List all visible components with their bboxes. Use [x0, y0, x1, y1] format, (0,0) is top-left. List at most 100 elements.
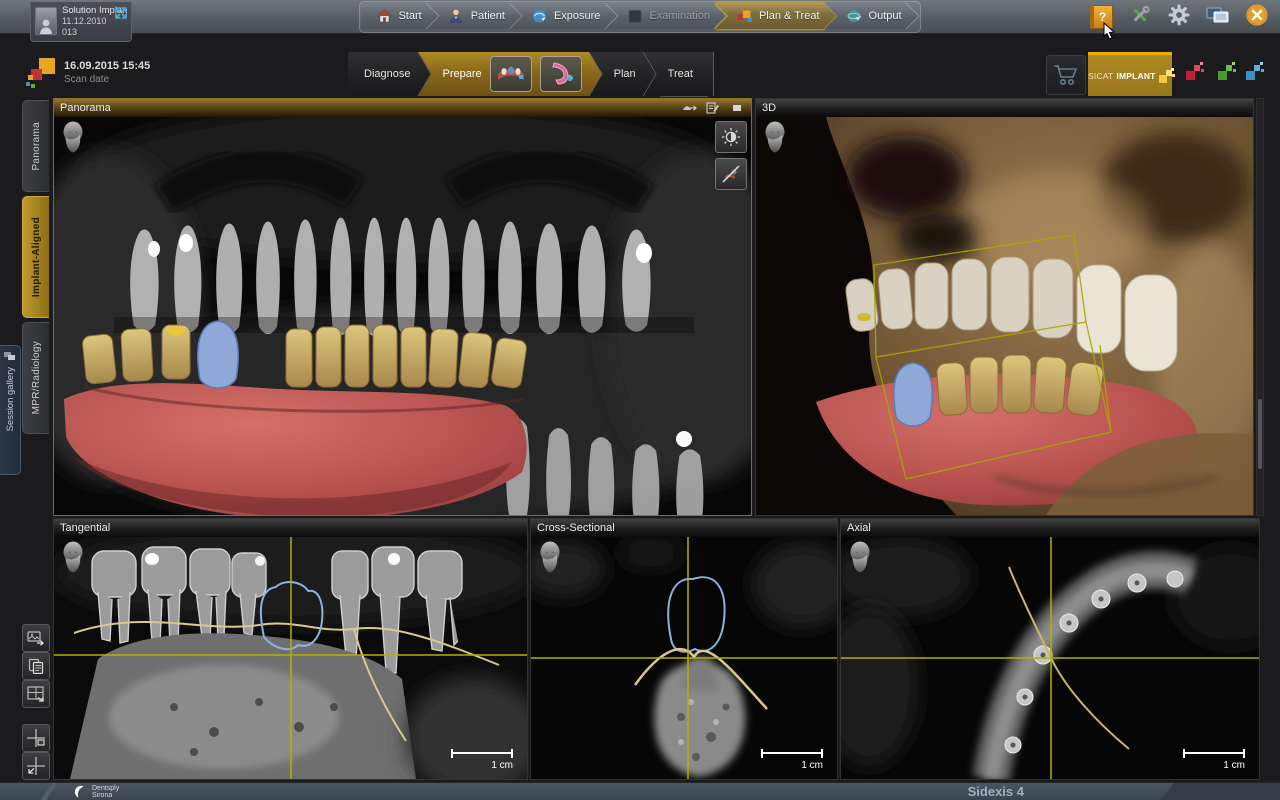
- app-button-prefix: SICAT: [1088, 71, 1113, 81]
- session-gallery-tab[interactable]: Session gallery: [0, 345, 21, 475]
- step-prepare[interactable]: Prepare: [418, 52, 601, 96]
- sidexis-app-window: Start Patient Exposure Examination Plan …: [0, 0, 1280, 800]
- gear-icon: [1168, 4, 1190, 31]
- phase-label: Output: [869, 10, 902, 22]
- step-label: Plan: [614, 68, 636, 80]
- statusbar-divider: [40, 783, 58, 800]
- patient-card-expand-icon[interactable]: [115, 6, 127, 24]
- scan-datetime: 16.09.2015 15:45: [64, 59, 150, 73]
- workspace-tab-panorama[interactable]: Panorama: [22, 100, 49, 192]
- panorama-header[interactable]: Panorama: [54, 99, 751, 117]
- system-icons: ?: [1088, 4, 1270, 30]
- tools-icon: [1129, 4, 1151, 31]
- implant-squares-icon: [1159, 68, 1172, 84]
- axial-title: Axial: [847, 522, 1253, 534]
- cross-sectional-viewport[interactable]: 1 cm: [531, 537, 837, 779]
- axial-viewport[interactable]: 1 cm: [841, 537, 1259, 779]
- sicat-implant-button[interactable]: SICATIMPLANT: [1088, 52, 1172, 96]
- phase-label: Examination: [649, 10, 710, 22]
- tangential-panel: Tangential: [53, 518, 528, 780]
- help-book-icon: ?: [1090, 5, 1113, 29]
- close-button[interactable]: [1244, 4, 1270, 30]
- hide-objects-button[interactable]: [715, 158, 747, 190]
- step-label: Treat: [668, 68, 693, 80]
- orientation-head-icon: [60, 121, 86, 155]
- phase-label: Plan & Treat: [759, 10, 820, 22]
- orientation-head-icon: [762, 121, 788, 155]
- shop-cart-button[interactable]: [1046, 55, 1086, 95]
- exposure-icon: [531, 8, 548, 25]
- step-label: Diagnose: [364, 68, 410, 80]
- show-objects-icon[interactable]: [681, 101, 697, 115]
- dentsply-sirona-logo: Dentsply Sirona: [74, 785, 119, 799]
- cross-sectional-header[interactable]: Cross-Sectional: [531, 519, 837, 537]
- sicat-logo: [30, 58, 56, 88]
- patient-icon: [448, 8, 465, 25]
- phase-patient[interactable]: Patient: [427, 3, 522, 29]
- implant-app-green-icon[interactable]: [1218, 62, 1238, 82]
- patient-record-id: 013: [62, 27, 127, 38]
- scale-label: 1 cm: [451, 760, 513, 771]
- panorama-image: [54, 117, 751, 515]
- output-icon: [846, 8, 863, 25]
- orientation-head-icon: [847, 541, 873, 575]
- app-button-name: IMPLANT: [1116, 71, 1155, 81]
- tools-button[interactable]: [1127, 4, 1153, 30]
- tangential-header[interactable]: Tangential: [54, 519, 527, 537]
- volume-3d-header[interactable]: 3D: [756, 99, 1253, 117]
- monitors-icon: [1206, 5, 1230, 30]
- brand-dentsply: Dentsply: [92, 785, 119, 792]
- implant-app-red-icon[interactable]: [1186, 62, 1206, 82]
- orientation-head-icon: [537, 541, 563, 575]
- statusbar-corner: [1160, 783, 1280, 800]
- phase-label: Patient: [471, 10, 505, 22]
- layout-grid-button[interactable]: [22, 680, 50, 708]
- examination-icon: [626, 8, 643, 25]
- home-icon: [375, 8, 392, 25]
- implant-app-blue-icon[interactable]: [1246, 62, 1266, 82]
- maximize-view-icon[interactable]: [729, 101, 745, 115]
- scan-info: 16.09.2015 15:45 Scan date: [64, 59, 150, 87]
- panorama-panel: Panorama: [53, 98, 752, 516]
- step-treat[interactable]: Treat: [644, 52, 713, 96]
- workspace-tab-mpr-radiology[interactable]: MPR/Radiology: [22, 322, 49, 434]
- phase-exposure[interactable]: Exposure: [510, 3, 617, 29]
- brightness-contrast-button[interactable]: [715, 121, 747, 153]
- volume-3d-viewport[interactable]: [756, 117, 1253, 515]
- patient-card[interactable]: Solution Implant 11.12.2010 013: [30, 2, 132, 42]
- workspace-tab-label: Implant-Aligned: [31, 217, 42, 297]
- workflow-steps: Diagnose Prepare Plan Treat: [348, 52, 713, 96]
- settings-button[interactable]: [1166, 4, 1192, 30]
- copy-view-icon[interactable]: [705, 101, 721, 115]
- jump-to-crosshair-button[interactable]: [22, 752, 50, 780]
- axial-panel: Axial: [840, 518, 1260, 780]
- reset-crosshair-button[interactable]: [22, 724, 50, 752]
- phase-examination[interactable]: Examination: [605, 3, 727, 29]
- phase-label: Start: [398, 10, 421, 22]
- window-layout-button[interactable]: [1205, 4, 1231, 30]
- phase-output[interactable]: Output: [825, 3, 919, 29]
- copy-to-clipboard-button[interactable]: [22, 652, 50, 680]
- add-optical-impression-button[interactable]: [490, 56, 532, 92]
- axial-header[interactable]: Axial: [841, 519, 1259, 537]
- workspace: 16.09.2015 15:45 Scan date Diagnose Prep…: [0, 34, 1280, 782]
- workspace-tab-implant-aligned[interactable]: Implant-Aligned: [22, 196, 49, 318]
- help-button[interactable]: ?: [1088, 4, 1114, 30]
- panorama-viewport[interactable]: [54, 117, 751, 515]
- tangential-title: Tangential: [60, 522, 521, 534]
- tangential-viewport[interactable]: 1 cm: [54, 537, 527, 779]
- product-name: Sidexis 4: [968, 784, 1024, 799]
- vertical-scrollbar[interactable]: [1256, 98, 1264, 516]
- add-jaw-model-button[interactable]: [540, 56, 582, 92]
- cross-sectional-title: Cross-Sectional: [537, 522, 831, 534]
- panorama-title: Panorama: [60, 102, 675, 114]
- session-gallery-label: Session gallery: [5, 367, 16, 431]
- scrollbar-thumb[interactable]: [1258, 399, 1262, 469]
- scale-label: 1 cm: [761, 760, 823, 771]
- close-icon: [1245, 3, 1269, 32]
- volume-3d-image: [756, 117, 1253, 515]
- scale-bar: 1 cm: [451, 749, 513, 771]
- phase-plan-treat[interactable]: Plan & Treat: [715, 3, 837, 29]
- export-image-button[interactable]: [22, 624, 50, 652]
- workspace-tab-label: Panorama: [31, 122, 42, 171]
